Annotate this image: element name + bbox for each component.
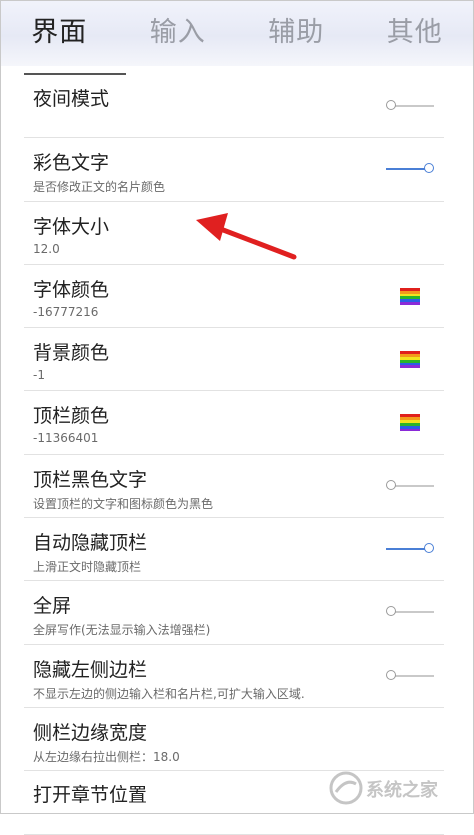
watermark-logo-icon	[328, 770, 364, 806]
annotation-arrow-icon	[0, 0, 474, 814]
watermark: 系统之家	[326, 768, 466, 808]
arrow-shaft	[218, 228, 294, 257]
watermark-text: 系统之家	[366, 776, 438, 802]
arrow-head	[196, 213, 228, 241]
